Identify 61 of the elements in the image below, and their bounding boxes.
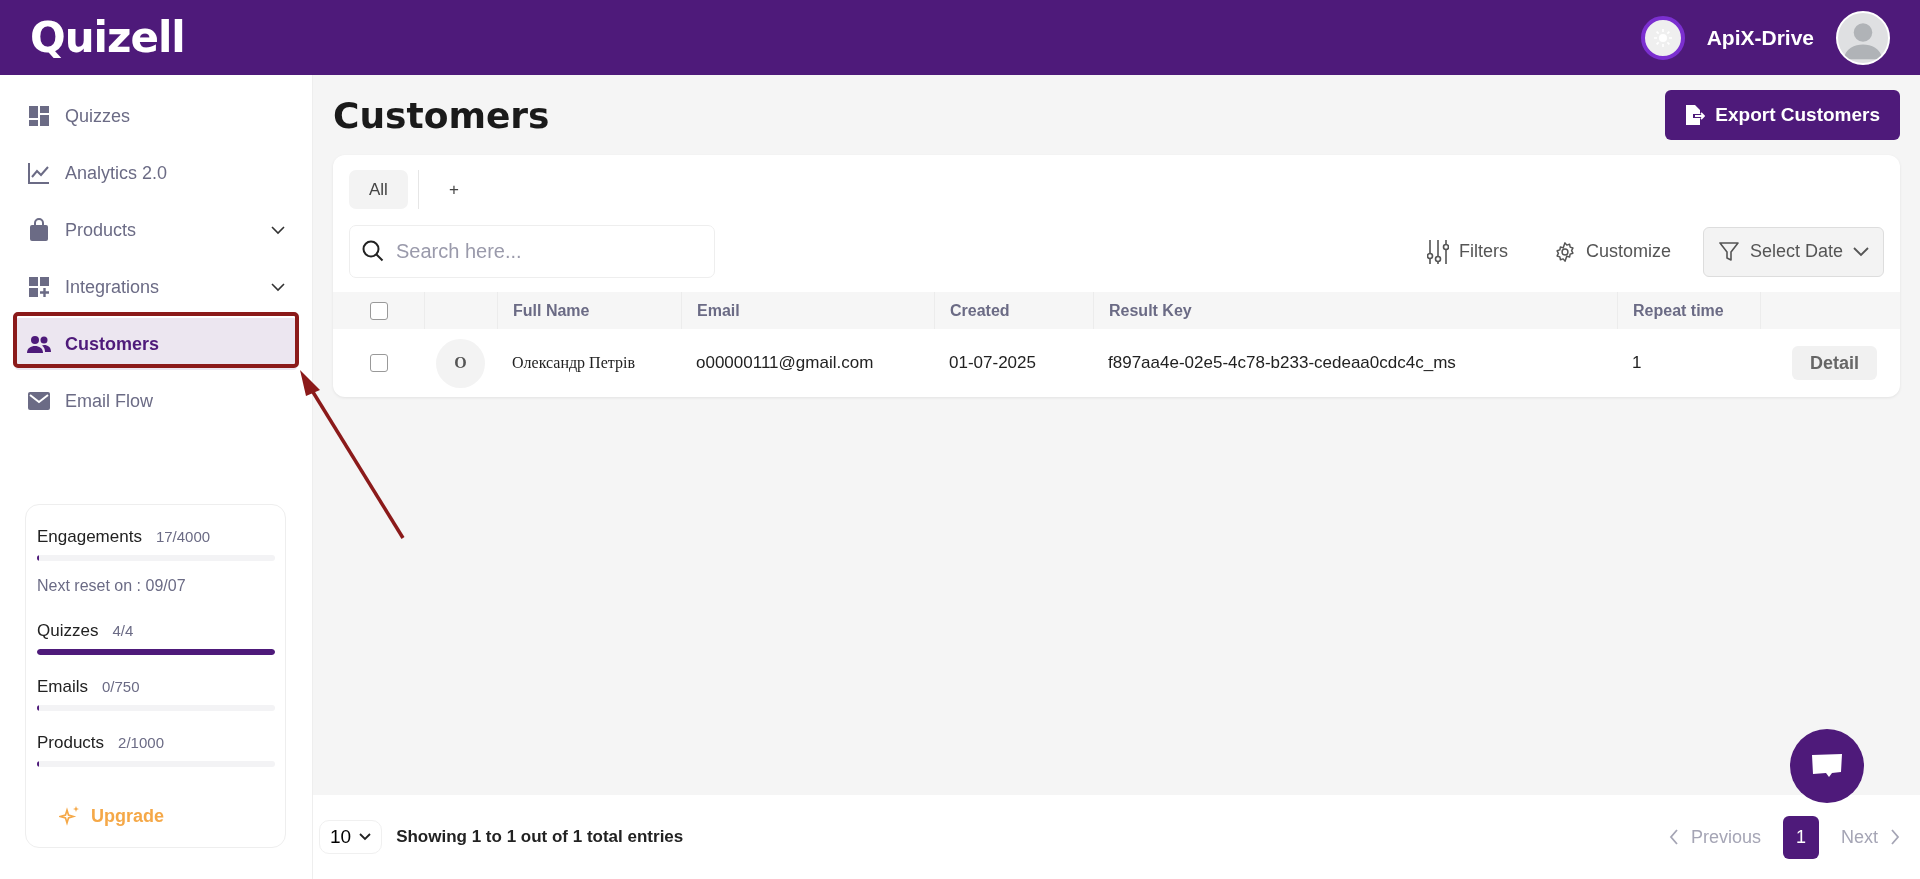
tab[interactable]: All: [349, 170, 408, 209]
sidebar-item[interactable]: Integrations: [15, 261, 297, 313]
gear-icon: [1553, 240, 1576, 263]
reset-note: Next reset on : 09/07: [37, 577, 187, 595]
export-file-icon: [1685, 104, 1706, 126]
usage-count: 17/4000: [155, 528, 211, 545]
avatar-icon[interactable]: [1836, 10, 1890, 65]
tab[interactable]: +: [428, 170, 479, 209]
column-header: Repeat time: [1617, 292, 1760, 329]
sun-icon: [1652, 27, 1673, 48]
user-name: ApiX-Drive: [1706, 25, 1814, 50]
column-header: Result Key: [1093, 292, 1617, 329]
select-all-checkbox[interactable]: [369, 301, 388, 320]
date-select[interactable]: Select Date: [1702, 226, 1884, 277]
chevron-down-icon: [359, 833, 372, 841]
table-cell: 01-07-2025: [949, 353, 1036, 373]
usage-label: Products: [37, 733, 105, 752]
table-cell: o00000111@gmail.com: [696, 353, 874, 373]
sliders-icon: [1426, 238, 1449, 265]
column-header: Full Name: [497, 292, 681, 329]
detail-button[interactable]: Detail: [1792, 346, 1878, 380]
add-grid-icon: [27, 275, 51, 299]
app-logo: Quizell: [30, 13, 185, 62]
usage-count: 4/4: [112, 622, 134, 639]
sidebar-item[interactable]: Customers: [15, 318, 297, 370]
customize-button[interactable]: Customize: [1553, 240, 1671, 263]
usage-count: 2/1000: [118, 734, 164, 751]
funnel-icon: [1717, 240, 1740, 263]
chart-icon: [27, 161, 51, 185]
column-header: Email: [681, 292, 934, 329]
search-icon: [361, 239, 385, 263]
sidebar-item[interactable]: Email Flow: [15, 375, 297, 427]
table-cell: f897aa4e-02e5-4c78-b233-cedeaa0cdc4c_ms: [1108, 353, 1456, 373]
filters-button[interactable]: Filters: [1426, 238, 1508, 265]
chevron-down-icon: [1853, 246, 1869, 257]
sparkle-icon: [59, 805, 81, 827]
search-field[interactable]: Search here...: [349, 225, 715, 278]
chevron-right-icon: [1890, 829, 1900, 845]
usage-label: Quizzes: [37, 621, 99, 640]
bag-icon: [27, 218, 51, 242]
usage-count: 0/750: [102, 678, 140, 695]
initial-avatar: O: [436, 338, 485, 388]
chevron-down-icon[interactable]: [271, 225, 285, 235]
entries-summary: Showing 1 to 1 out of 1 total entries: [396, 827, 684, 847]
chevron-left-icon: [1668, 829, 1679, 845]
sidebar-item[interactable]: Products: [15, 204, 297, 256]
table-cell: 1: [1632, 353, 1642, 373]
page-button[interactable]: 1: [1783, 815, 1819, 859]
usage-label: Emails: [37, 677, 88, 696]
sidebar-item[interactable]: Quizzes: [15, 90, 297, 142]
chevron-down-icon[interactable]: [271, 282, 285, 292]
mail-icon: [27, 389, 51, 413]
row-checkbox[interactable]: [369, 354, 388, 372]
table-cell: Олександр Петрів: [512, 354, 635, 372]
grid-icon: [27, 104, 51, 128]
export-button[interactable]: Export Customers: [1665, 90, 1900, 140]
sidebar-item[interactable]: Analytics 2.0: [15, 147, 297, 199]
page-size-select[interactable]: 10: [319, 820, 383, 854]
usage-label: Engagements: [37, 527, 142, 546]
column-header: Created: [934, 292, 1093, 329]
page-title: Customers: [333, 94, 550, 136]
